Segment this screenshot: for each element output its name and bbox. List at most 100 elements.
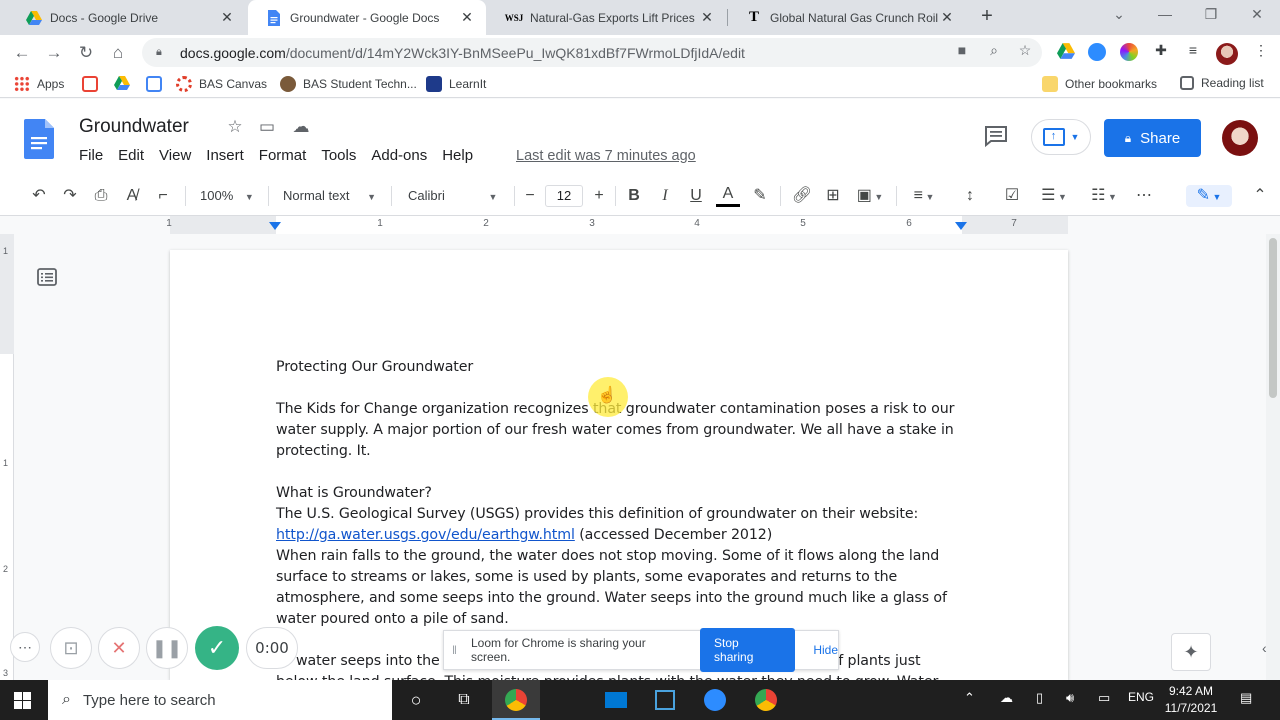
volume-icon[interactable]: 🔊︎ — [1066, 690, 1074, 706]
style-select[interactable]: Normal text ▼ — [283, 185, 383, 207]
loom-more-icon[interactable]: ⋯ — [10, 632, 40, 662]
language-indicator[interactable]: ENG — [1128, 690, 1154, 704]
extensions-puzzle-icon[interactable]: ✚ — [1152, 42, 1170, 60]
more-options-icon[interactable]: ⋯ — [1133, 185, 1155, 207]
scrollbar-thumb[interactable] — [1269, 238, 1277, 398]
menu-tools[interactable]: Tools — [321, 147, 356, 164]
insert-link-icon[interactable]: 🔗︎ — [790, 185, 814, 207]
spellcheck-icon[interactable]: A̸ — [121, 185, 143, 207]
menu-addons[interactable]: Add-ons — [371, 147, 427, 164]
bookmark-bas-student[interactable]: BAS Student Techn... — [280, 76, 417, 92]
insert-image-icon[interactable]: ▣ ▼ — [852, 185, 888, 207]
close-tab-icon[interactable]: ✕ — [458, 9, 476, 26]
tab-wsj[interactable]: WSJ Natural-Gas Exports Lift Prices fo ✕ — [488, 0, 726, 35]
paint-format-icon[interactable]: ⌐ — [152, 185, 174, 207]
loom-camera-off-icon[interactable]: ⊡ — [50, 627, 92, 669]
new-tab-button[interactable]: + — [976, 6, 998, 28]
close-tab-icon[interactable]: ✕ — [698, 9, 716, 26]
menu-help[interactable]: Help — [442, 147, 473, 164]
insert-comment-icon[interactable]: ⊞ — [821, 185, 845, 207]
google-docs-logo-icon[interactable] — [24, 119, 54, 159]
back-arrow-icon[interactable]: ← — [10, 41, 34, 65]
bold-icon[interactable]: B — [623, 185, 645, 207]
chrome-secondary-icon[interactable] — [752, 686, 780, 714]
bookmark-reading-list[interactable]: Reading list — [1180, 76, 1264, 90]
menu-edit[interactable]: Edit — [118, 147, 144, 164]
left-indent-marker[interactable] — [269, 222, 281, 230]
battery-icon[interactable]: ▯ — [1036, 690, 1043, 706]
cloud-saved-icon[interactable]: ☁ — [290, 117, 312, 137]
move-folder-icon[interactable]: ▭ — [256, 117, 278, 137]
drag-handle-icon[interactable]: ‖ — [452, 643, 457, 657]
address-bar[interactable]: 🔒︎ docs.google.com/document/d/14mY2Wck3I… — [142, 38, 1042, 67]
numbered-list-icon[interactable]: ☷ ▼ — [1084, 185, 1124, 207]
forward-arrow-icon[interactable]: → — [42, 41, 66, 65]
zoom-icon[interactable]: ⌕ — [985, 42, 1003, 60]
tray-chevron-icon[interactable]: ⌃ — [964, 690, 975, 706]
loom-cancel-icon[interactable]: ✕ — [98, 627, 140, 669]
profile-avatar[interactable] — [1216, 43, 1238, 65]
bookmark-drive[interactable] — [114, 76, 137, 92]
underline-icon[interactable]: U — [685, 185, 707, 207]
mail-icon[interactable] — [602, 686, 630, 714]
reload-icon[interactable]: ↻ — [74, 41, 98, 65]
home-icon[interactable]: ⌂ — [106, 41, 130, 65]
bookmark-bas-canvas[interactable]: BAS Canvas — [176, 76, 267, 92]
highlight-color-icon[interactable]: ✎ — [749, 185, 771, 207]
text-color-icon[interactable]: A — [716, 185, 740, 207]
close-window-button[interactable]: ✕ — [1242, 6, 1272, 23]
user-avatar[interactable] — [1222, 120, 1258, 156]
tab-nyt[interactable]: T Global Natural Gas Crunch Roils ( ✕ — [728, 0, 966, 35]
right-indent-marker[interactable] — [955, 222, 967, 230]
notifications-icon[interactable]: ▤ — [1240, 690, 1252, 706]
restore-button[interactable]: ❐ — [1196, 6, 1226, 23]
document-outline-icon[interactable] — [36, 266, 58, 288]
menu-file[interactable]: File — [79, 147, 103, 164]
line-spacing-icon[interactable]: ↕ — [958, 185, 982, 207]
menu-view[interactable]: View — [159, 147, 191, 164]
zoom-extension-icon[interactable] — [1088, 43, 1106, 61]
font-size-input[interactable]: 12 — [545, 185, 583, 207]
font-select[interactable]: Calibri ▼ — [408, 185, 508, 207]
side-panel-chevron-icon[interactable]: ‹ — [1262, 640, 1267, 656]
loom-pause-icon[interactable]: ❚❚ — [146, 627, 188, 669]
scrollbar[interactable] — [1266, 234, 1280, 680]
chrome-menu-icon[interactable]: ⋮ — [1252, 42, 1270, 60]
media-control-icon[interactable]: ≡ — [1184, 42, 1202, 60]
close-tab-icon[interactable]: ✕ — [218, 9, 236, 26]
redo-icon[interactable]: ↷ — [59, 185, 81, 207]
chrome-icon[interactable] — [502, 686, 530, 714]
bookmark-star-icon[interactable]: ☆ — [1016, 42, 1034, 60]
google-drive-extension-icon[interactable] — [1057, 43, 1075, 61]
checklist-icon[interactable]: ☑ — [1000, 185, 1024, 207]
print-icon[interactable]: ⎙ — [90, 185, 112, 207]
bulleted-list-icon[interactable]: ☰ ▼ — [1034, 185, 1074, 207]
undo-icon[interactable]: ↶ — [28, 185, 50, 207]
close-tab-icon[interactable]: ✕ — [938, 9, 956, 26]
stop-sharing-button[interactable]: Stop sharing — [700, 628, 796, 672]
bookmark-other[interactable]: Other bookmarks — [1042, 76, 1157, 92]
loom-extension-icon[interactable] — [1120, 43, 1138, 61]
hide-menus-chevron-icon[interactable]: ⌃ — [1250, 185, 1270, 207]
onedrive-icon[interactable]: ☁ — [1000, 690, 1013, 706]
explore-icon[interactable]: ✦ — [1171, 633, 1211, 671]
tab-groundwater-docs[interactable]: Groundwater - Google Docs ✕ — [248, 0, 486, 35]
camera-blocked-icon[interactable]: ■ — [953, 42, 971, 60]
loom-finish-check-icon[interactable]: ✓ — [195, 626, 239, 670]
bookmark-gmail[interactable] — [82, 76, 105, 92]
bookmark-apps[interactable]: Apps — [14, 76, 64, 92]
tab-search-icon[interactable]: ⌄ — [1104, 6, 1134, 23]
tab-docs-drive[interactable]: Docs - Google Drive ✕ — [8, 0, 246, 35]
zoom-select[interactable]: 100% ▼ — [200, 185, 260, 207]
zoom-app-icon[interactable] — [701, 686, 729, 714]
windows-start-icon[interactable] — [14, 692, 31, 709]
share-button[interactable]: 🔒︎ Share — [1104, 119, 1201, 157]
system-clock[interactable]: 9:42 AM 11/7/2021 — [1160, 683, 1222, 717]
hide-banner-button[interactable]: Hide — [813, 643, 838, 657]
menu-insert[interactable]: Insert — [206, 147, 244, 164]
comment-history-icon[interactable] — [983, 124, 1009, 148]
calendar-app-icon[interactable] — [651, 686, 679, 714]
align-left-icon[interactable]: ≡ ▼ — [906, 185, 942, 207]
present-button[interactable]: ↑ ▼ — [1031, 119, 1091, 155]
decrease-font-size-icon[interactable]: − — [520, 185, 540, 207]
